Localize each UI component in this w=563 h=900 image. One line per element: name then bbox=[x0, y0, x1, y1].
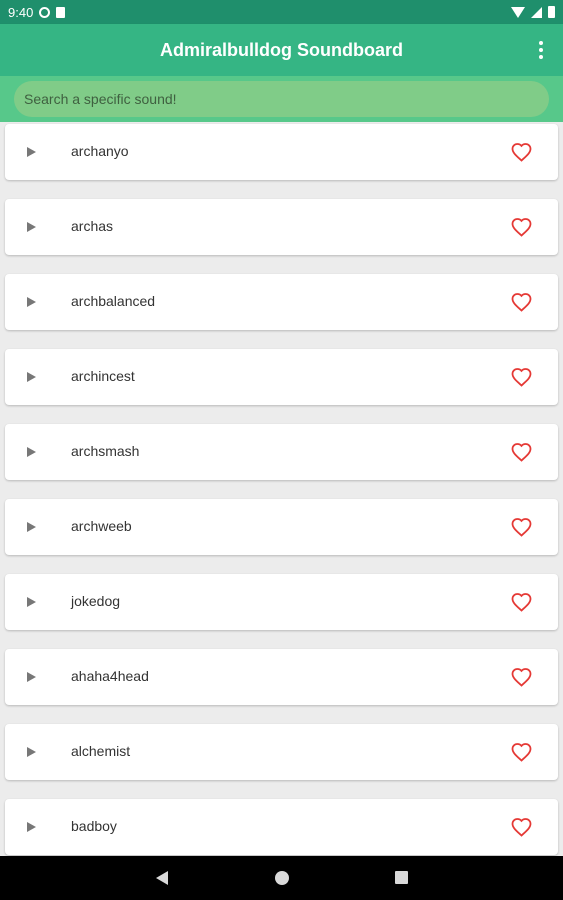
play-icon[interactable] bbox=[27, 147, 36, 157]
play-icon[interactable] bbox=[27, 597, 36, 607]
sound-label: archanyo bbox=[71, 143, 129, 159]
app-bar: Admiralbulldog Soundboard bbox=[0, 24, 563, 76]
more-options-button[interactable] bbox=[531, 38, 551, 62]
status-right bbox=[511, 6, 555, 18]
sound-item[interactable]: archweeb bbox=[5, 499, 558, 555]
heart-outline-icon[interactable] bbox=[511, 368, 532, 387]
signal-icon bbox=[531, 6, 542, 18]
status-time: 9:40 bbox=[8, 4, 34, 20]
sound-label: alchemist bbox=[71, 743, 131, 759]
sound-label: archweeb bbox=[71, 518, 132, 534]
status-bar: 9:40 bbox=[0, 0, 563, 24]
sound-item[interactable]: archas bbox=[5, 199, 558, 255]
play-icon[interactable] bbox=[27, 672, 36, 682]
heart-outline-icon[interactable] bbox=[511, 293, 532, 312]
sound-item[interactable]: archsmash bbox=[5, 424, 558, 480]
navigation-bar bbox=[0, 856, 563, 900]
more-vert-icon bbox=[539, 41, 543, 45]
more-vert-dot bbox=[539, 55, 543, 59]
wifi-icon bbox=[511, 6, 525, 18]
heart-outline-icon[interactable] bbox=[511, 593, 532, 612]
battery-icon bbox=[548, 6, 555, 18]
play-icon[interactable] bbox=[27, 297, 36, 307]
heart-outline-icon[interactable] bbox=[511, 743, 532, 762]
play-icon[interactable] bbox=[27, 747, 36, 757]
play-icon[interactable] bbox=[27, 447, 36, 457]
heart-outline-icon[interactable] bbox=[511, 518, 532, 537]
search-bar bbox=[0, 76, 563, 122]
sound-label: archbalanced bbox=[71, 293, 156, 309]
sound-label: ahaha4head bbox=[71, 668, 149, 684]
heart-outline-icon[interactable] bbox=[511, 443, 532, 462]
sound-item[interactable]: archincest bbox=[5, 349, 558, 405]
sound-list[interactable]: archanyo archas archbalanced archincest arch… bbox=[0, 122, 563, 856]
sd-card-icon bbox=[56, 6, 66, 18]
sound-label: archsmash bbox=[71, 443, 140, 459]
more-vert-dot bbox=[539, 48, 543, 52]
recents-icon[interactable] bbox=[395, 871, 408, 884]
app-title: Admiralbulldog Soundboard bbox=[160, 39, 403, 60]
back-icon[interactable] bbox=[155, 870, 169, 886]
status-left: 9:40 bbox=[8, 4, 66, 20]
heart-outline-icon[interactable] bbox=[511, 218, 532, 237]
play-icon[interactable] bbox=[27, 522, 36, 532]
sound-item[interactable]: ahaha4head bbox=[5, 649, 558, 705]
sound-item[interactable]: jokedog bbox=[5, 574, 558, 630]
search-input[interactable] bbox=[14, 81, 549, 117]
sound-item[interactable]: alchemist bbox=[5, 724, 558, 780]
play-icon[interactable] bbox=[27, 372, 36, 382]
heart-outline-icon[interactable] bbox=[511, 818, 532, 837]
heart-outline-icon[interactable] bbox=[511, 668, 532, 687]
sound-item[interactable]: archbalanced bbox=[5, 274, 558, 330]
sound-item[interactable]: badboy bbox=[5, 799, 558, 855]
home-icon[interactable] bbox=[275, 871, 289, 885]
sound-label: badboy bbox=[71, 818, 117, 834]
data-saver-icon bbox=[39, 6, 51, 18]
sound-label: jokedog bbox=[71, 593, 121, 609]
heart-outline-icon[interactable] bbox=[511, 143, 532, 162]
play-icon[interactable] bbox=[27, 822, 36, 832]
sound-label: archas bbox=[71, 218, 114, 234]
sound-item[interactable]: archanyo bbox=[5, 124, 558, 180]
sound-label: archincest bbox=[71, 368, 135, 384]
play-icon[interactable] bbox=[27, 222, 36, 232]
